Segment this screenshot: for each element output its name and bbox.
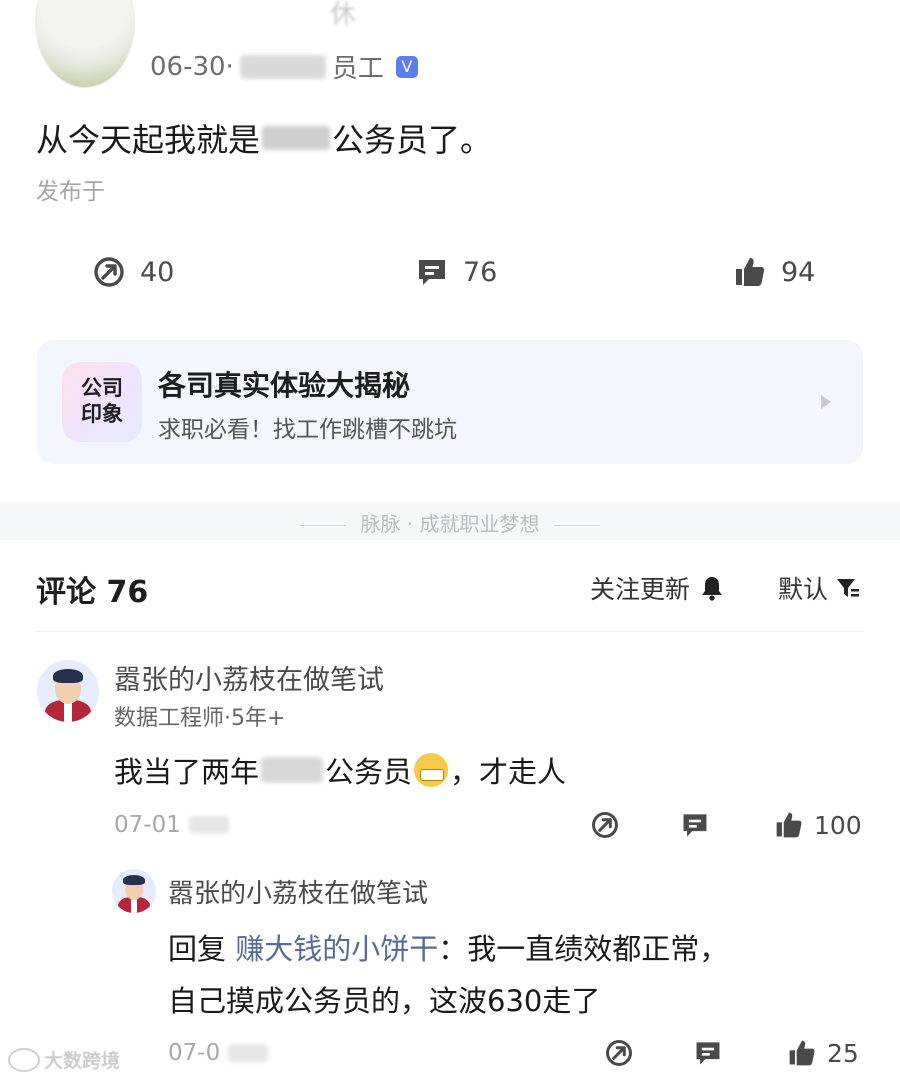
post-meta: 06-30· 员工 V bbox=[150, 48, 418, 85]
promo-subtitle: 求职必看！找工作跳槽不跳坑 bbox=[158, 417, 457, 443]
like-count: 94 bbox=[781, 256, 816, 288]
promo-title: 各司真实体验大揭秘 bbox=[158, 369, 411, 402]
redacted-company bbox=[239, 54, 326, 79]
reply-share-button[interactable] bbox=[604, 1038, 634, 1068]
author-name[interactable]: 休 bbox=[330, 0, 356, 31]
commenter-avatar[interactable] bbox=[37, 660, 99, 722]
share-icon bbox=[592, 812, 618, 838]
post-content: 从今天起我就是 公务员了。 bbox=[36, 115, 492, 161]
promo-card[interactable]: 公司 印象 各司真实体验大揭秘 求职必看！找工作跳槽不跳坑 bbox=[37, 340, 863, 464]
reply-time: 07-0 bbox=[168, 1040, 269, 1066]
post-text-before: 从今天起我就是 bbox=[36, 121, 261, 159]
comment-like-button[interactable]: 100 bbox=[774, 810, 862, 840]
reply-comment-button[interactable] bbox=[693, 1038, 723, 1068]
comment-button[interactable]: 76 bbox=[415, 255, 497, 289]
comment-text-after: ，才走人 bbox=[450, 755, 567, 789]
reply-line-1-text: ：我一直绩效都正常， bbox=[438, 932, 729, 966]
reply-text-line-1: 回复 赚大钱的小饼干：我一直绩效都正常， bbox=[168, 926, 728, 968]
share-icon bbox=[94, 257, 124, 287]
verified-icon: V bbox=[395, 55, 418, 78]
thumbs-up-icon bbox=[736, 258, 765, 286]
watermark-text: 大数跨境 bbox=[44, 1050, 121, 1072]
comment-reply-button[interactable] bbox=[680, 810, 710, 840]
watermark-logo-icon bbox=[8, 1047, 40, 1072]
redacted-location bbox=[188, 816, 229, 834]
comments-title: 评论 76 bbox=[36, 575, 149, 610]
like-button[interactable]: 94 bbox=[733, 255, 815, 289]
comment-text-middle: 公务员 bbox=[325, 755, 413, 789]
commenter-name[interactable]: 嚣张的小荔枝在做笔试 bbox=[114, 658, 384, 697]
reply-like-count: 25 bbox=[827, 1038, 859, 1068]
comment-like-count: 100 bbox=[814, 810, 862, 840]
logo-line-2: 印象 bbox=[81, 402, 123, 426]
reply-text-line-2: 自己摸成公务员的，这波630走了 bbox=[168, 984, 601, 1018]
follow-updates-button[interactable]: 关注更新 bbox=[590, 570, 724, 606]
sort-filter-icon bbox=[837, 579, 860, 597]
share-button[interactable]: 40 bbox=[92, 255, 174, 289]
redacted-text bbox=[262, 126, 331, 150]
grin-emoji-icon bbox=[414, 753, 449, 787]
commenter-title: 数据工程师·5年+ bbox=[114, 706, 286, 731]
bell-icon bbox=[702, 577, 723, 601]
share-count: 40 bbox=[140, 256, 175, 288]
comment-share-button[interactable] bbox=[590, 810, 620, 840]
section-separator bbox=[36, 631, 864, 632]
logo-line-1: 公司 bbox=[81, 376, 123, 400]
comment-text: 我当了两年 公务员 ，才走人 bbox=[114, 749, 566, 791]
sort-label: 默认 bbox=[778, 575, 829, 604]
follow-updates-label: 关注更新 bbox=[590, 575, 691, 604]
author-role: 员工 bbox=[331, 54, 384, 84]
reply-author-name[interactable]: 嚣张的小荔枝在做笔试 bbox=[168, 873, 428, 910]
reply-prefix: 回复 bbox=[168, 932, 227, 966]
thumbs-up-icon bbox=[789, 1040, 815, 1066]
share-icon bbox=[606, 1040, 632, 1066]
divider-text: 脉脉 · 成就职业梦想 bbox=[0, 508, 900, 537]
post-text-after: 公务员了。 bbox=[332, 121, 493, 159]
watermark: 大数跨境 bbox=[8, 1046, 120, 1073]
company-impression-logo: 公司 印象 bbox=[62, 362, 142, 442]
redacted-text bbox=[261, 757, 324, 783]
chevron-right-icon bbox=[821, 395, 831, 409]
post-date: 06-30· bbox=[150, 51, 234, 82]
comment-icon bbox=[419, 260, 445, 285]
reply-date: 07-0 bbox=[168, 1040, 221, 1066]
thumbs-up-icon bbox=[776, 812, 802, 838]
reply-avatar[interactable] bbox=[112, 869, 156, 913]
post-location: 发布于 bbox=[36, 179, 105, 205]
reply-like-button[interactable]: 25 bbox=[787, 1038, 859, 1068]
redacted-location bbox=[228, 1044, 269, 1062]
comment-text-before: 我当了两年 bbox=[114, 755, 260, 789]
sort-dropdown[interactable]: 默认 bbox=[778, 570, 860, 606]
comment-time: 07-01 bbox=[114, 812, 229, 838]
comment-date: 07-01 bbox=[114, 812, 181, 838]
comment-icon bbox=[683, 814, 707, 837]
reply-to-user-link[interactable]: 赚大钱的小饼干 bbox=[235, 932, 438, 966]
comment-count: 76 bbox=[463, 256, 498, 288]
comment-icon bbox=[696, 1042, 720, 1065]
author-avatar[interactable] bbox=[35, 0, 135, 88]
